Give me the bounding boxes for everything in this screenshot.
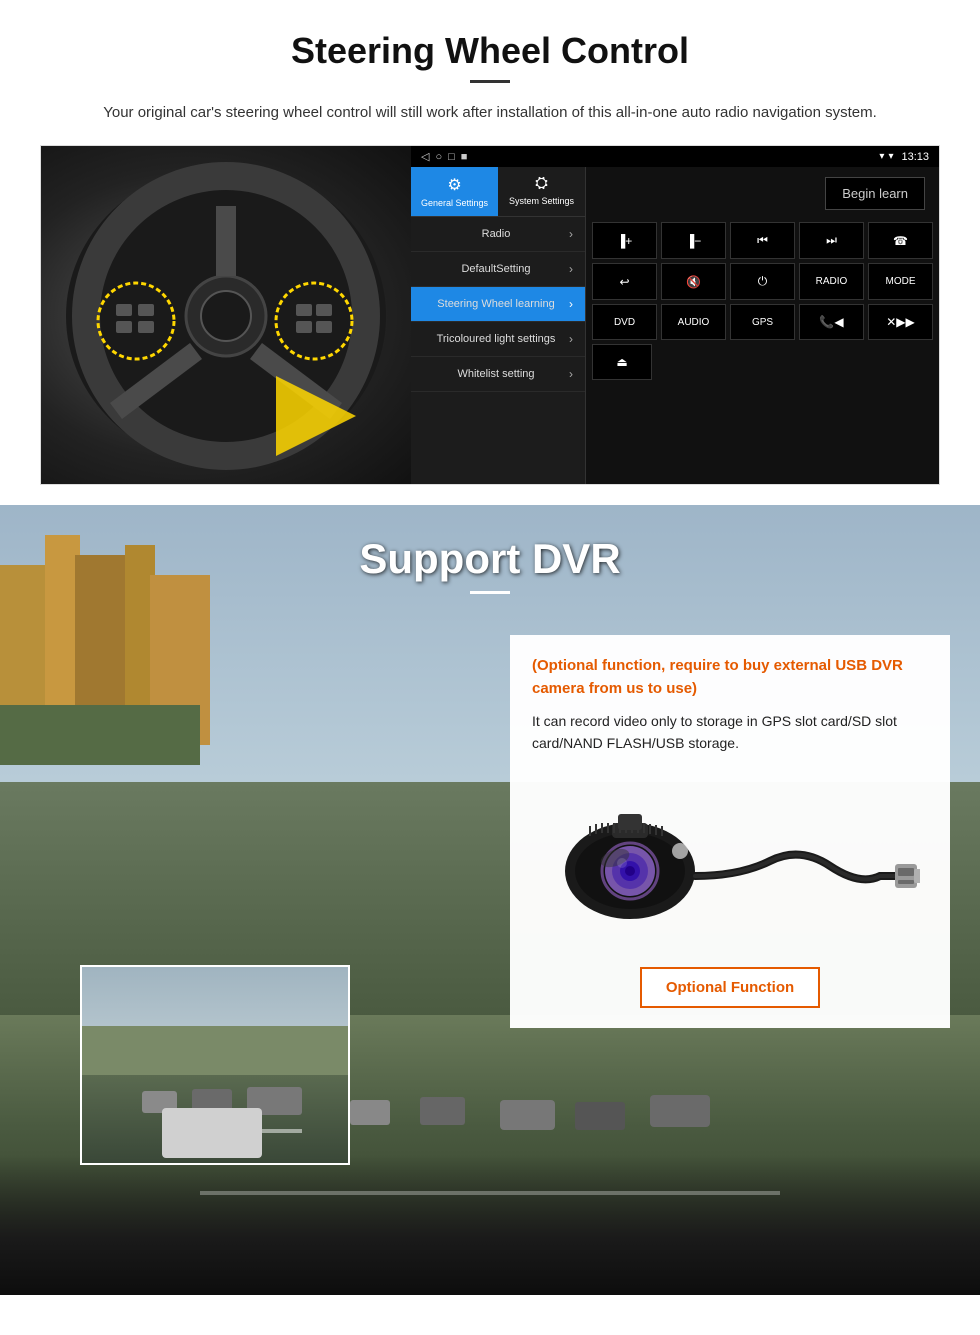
button-row-4: ⏏ — [592, 344, 933, 380]
tab-system-settings[interactable]: ⛭ System Settings — [498, 167, 585, 216]
next-icon: ⏭ — [826, 233, 837, 248]
signal-icon: ▾ — [888, 151, 893, 162]
prev-icon: ⏮ — [757, 233, 768, 248]
menu-panel: ⚙ General Settings ⛭ System Settings Rad… — [411, 167, 586, 484]
button-row-2: ↩ 🔇 ⏻ RADIO MODE — [592, 263, 933, 300]
dvr-description: It can record video only to storage in G… — [532, 710, 928, 755]
btn-radio[interactable]: RADIO — [799, 263, 864, 300]
dvr-footage-thumbnail — [80, 965, 350, 1165]
eject-icon: ⏏ — [616, 355, 627, 369]
nav-square-icon: □ — [448, 151, 455, 163]
btn-mute-next[interactable]: ✕▶▶ — [868, 304, 933, 340]
dvr-info-card: (Optional function, require to buy exter… — [510, 635, 950, 1028]
mute-next-icon: ✕▶▶ — [886, 315, 915, 329]
gps-label: GPS — [752, 317, 773, 328]
begin-learn-button[interactable]: Begin learn — [825, 177, 925, 210]
btn-mute[interactable]: 🔇 — [661, 263, 726, 300]
menu-item-tricoloured[interactable]: Tricoloured light settings › — [411, 322, 585, 357]
menu-arrow-default: › — [569, 262, 573, 276]
button-row-3: DVD AUDIO GPS 📞◀ ✕▶▶ — [592, 304, 933, 340]
time-display: 13:13 — [901, 151, 929, 163]
btn-eject[interactable]: ⏏ — [592, 344, 652, 380]
radio-label: RADIO — [816, 276, 848, 287]
tab-general-settings[interactable]: ⚙ General Settings — [411, 167, 498, 216]
menu-item-whitelist[interactable]: Whitelist setting › — [411, 357, 585, 392]
dvd-label: DVD — [614, 317, 635, 328]
dvr-section: Support DVR (Optional function, require … — [0, 505, 980, 1295]
btn-gps[interactable]: GPS — [730, 304, 795, 340]
steering-photo — [41, 146, 411, 485]
dvr-optional-text: (Optional function, require to buy exter… — [532, 655, 928, 700]
title-divider — [470, 80, 510, 83]
dvr-divider — [470, 591, 510, 594]
button-grid-panel: Begin learn ▐+ ▐− ⏮ — [586, 167, 939, 484]
steering-photo-inner — [41, 146, 411, 485]
system-icon: ⛭ — [535, 175, 548, 193]
btn-prev[interactable]: ⏮ — [730, 222, 795, 259]
btn-hangup[interactable]: ↩ — [592, 263, 657, 300]
btn-phone-prev[interactable]: 📞◀ — [799, 304, 864, 340]
steering-section: Steering Wheel Control Your original car… — [0, 0, 980, 505]
audio-label: AUDIO — [678, 317, 710, 328]
mute-icon: 🔇 — [686, 275, 701, 289]
android-statusbar: ◁ ○ □ ■ ▾ ▾ 13:13 — [411, 146, 939, 167]
menu-arrow-whitelist: › — [569, 367, 573, 381]
btn-dvd[interactable]: DVD — [592, 304, 657, 340]
status-icons: ▾ ▾ 13:13 — [879, 151, 929, 163]
btn-power[interactable]: ⏻ — [730, 263, 795, 300]
dvr-title-area: Support DVR — [0, 505, 980, 604]
android-content: ⚙ General Settings ⛭ System Settings Rad… — [411, 167, 939, 484]
hangup-icon: ↩ — [619, 275, 629, 289]
steering-wheel-svg — [56, 156, 396, 476]
menu-item-radio[interactable]: Radio › — [411, 217, 585, 252]
menu-item-steering-wheel[interactable]: Steering Wheel learning › — [411, 287, 585, 322]
dvr-device-svg — [540, 776, 920, 946]
dvr-thumbnail-inner — [82, 967, 348, 1163]
menu-list: Radio › DefaultSetting › Steering Wheel … — [411, 217, 585, 484]
vol-down-icon: ▐− — [686, 234, 702, 248]
btn-vol-up[interactable]: ▐+ — [592, 222, 657, 259]
android-panel: ◁ ○ □ ■ ▾ ▾ 13:13 ⚙ Gen — [411, 146, 939, 484]
page-title: Steering Wheel Control — [40, 30, 940, 72]
optional-function-button[interactable]: Optional Function — [640, 967, 820, 1008]
btn-mode[interactable]: MODE — [868, 263, 933, 300]
btn-next[interactable]: ⏭ — [799, 222, 864, 259]
dvr-title: Support DVR — [0, 535, 980, 583]
menu-arrow-radio: › — [569, 227, 573, 241]
btn-vol-down[interactable]: ▐− — [661, 222, 726, 259]
phone-prev-icon: 📞◀ — [819, 315, 843, 329]
wifi-icon: ▾ — [879, 151, 884, 162]
button-row-1: ▐+ ▐− ⏮ ⏭ ☎ — [592, 222, 933, 259]
dvr-device-area — [532, 771, 928, 951]
menu-item-default-setting[interactable]: DefaultSetting › — [411, 252, 585, 287]
phone-icon: ☎ — [893, 234, 908, 248]
vol-up-icon: ▐+ — [617, 234, 633, 248]
tab-bar: ⚙ General Settings ⛭ System Settings — [411, 167, 585, 217]
menu-arrow-steering: › — [569, 297, 573, 311]
steering-description: Your original car's steering wheel contr… — [60, 101, 920, 125]
menu-arrow-tricoloured: › — [569, 332, 573, 346]
btn-phone[interactable]: ☎ — [868, 222, 933, 259]
mode-label: MODE — [886, 276, 916, 287]
begin-learn-row: Begin learn — [592, 173, 933, 218]
nav-back-icon: ◁ — [421, 150, 429, 163]
nav-home-icon: ○ — [435, 151, 442, 163]
settings-gear-icon: ⚙ — [447, 175, 461, 195]
power-icon: ⏻ — [758, 274, 768, 289]
nav-dot-icon: ■ — [461, 151, 468, 163]
btn-audio[interactable]: AUDIO — [661, 304, 726, 340]
steering-ui-container: ◁ ○ □ ■ ▾ ▾ 13:13 ⚙ Gen — [40, 145, 940, 485]
